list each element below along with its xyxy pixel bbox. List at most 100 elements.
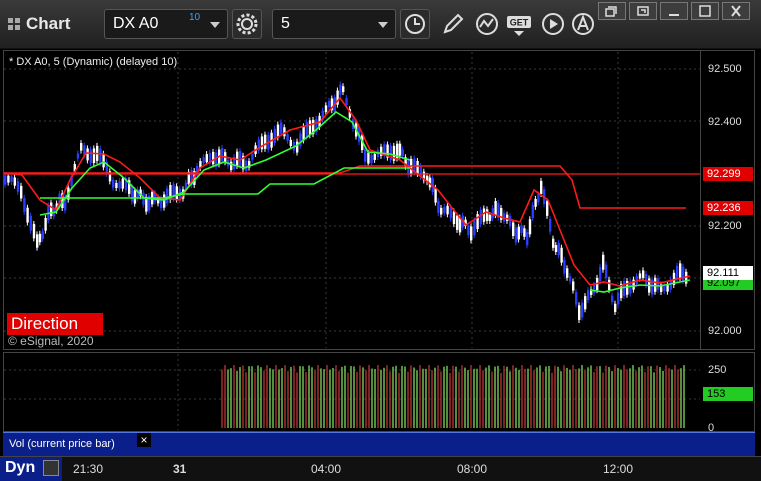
candle-body [299, 133, 302, 147]
get-data-button[interactable]: GET [506, 11, 536, 37]
candle-body [38, 233, 42, 243]
candle-body [549, 218, 552, 232]
symbol-dropdown-icon[interactable] [210, 22, 220, 28]
candle-body [29, 215, 32, 231]
candle-body [23, 197, 26, 212]
candle-body [130, 186, 134, 202]
price-tick: 92.200 [708, 220, 742, 232]
pencil-icon [443, 13, 464, 34]
close-icon [731, 5, 741, 17]
candle-body [367, 152, 370, 164]
alert-a-icon [572, 13, 594, 35]
restore-window-button[interactable] [598, 2, 626, 20]
candle-body [416, 160, 419, 174]
candle-body [16, 181, 20, 192]
candle-body [473, 220, 476, 236]
link-icon[interactable] [43, 460, 59, 476]
red-level-line [4, 165, 686, 209]
candle-body [118, 181, 121, 189]
candle-body [520, 225, 523, 234]
candle-body [175, 186, 178, 200]
candle-body [611, 295, 614, 302]
maximize-button[interactable] [691, 2, 719, 20]
candle-body [526, 232, 529, 246]
close-icon[interactable]: × [137, 433, 151, 447]
candle-body [398, 143, 402, 156]
candle-body [557, 242, 560, 256]
candle-body [512, 222, 515, 237]
candle-body [486, 209, 489, 221]
candle-body [36, 234, 39, 248]
minimize-button[interactable] [660, 2, 688, 20]
candle-body [289, 139, 292, 147]
candle-body [205, 154, 208, 163]
interval-dropdown-icon[interactable] [378, 22, 388, 28]
studies-button[interactable] [474, 11, 500, 37]
candle-body [563, 259, 566, 274]
candle-body [230, 161, 233, 171]
candle-body [245, 160, 248, 172]
candle-body [540, 180, 543, 194]
candle-body [608, 279, 611, 291]
candle-body [456, 215, 459, 230]
interval-input[interactable]: 5 [272, 9, 396, 39]
candle-body [86, 148, 89, 161]
candle-body [112, 179, 115, 188]
candle-body [328, 100, 331, 108]
candle-body [345, 98, 348, 106]
candle-body [296, 141, 299, 153]
pop-out-button[interactable] [629, 2, 657, 20]
candle-body [638, 273, 642, 279]
candle-body [467, 225, 470, 236]
close-button[interactable] [722, 2, 750, 20]
candle-body [4, 175, 7, 185]
alerts-button[interactable] [570, 11, 596, 37]
clock-icon [405, 14, 425, 34]
candle-body [546, 201, 549, 216]
dynamic-mode-label: Dyn [5, 459, 36, 476]
maximize-icon [699, 5, 711, 17]
candle-body [523, 228, 526, 237]
candle-body [41, 231, 44, 239]
volume-tick: 250 [708, 364, 727, 376]
candle-body [283, 127, 286, 137]
candle-body [89, 149, 92, 164]
draw-tool-button[interactable] [440, 11, 466, 37]
candle-body [264, 134, 267, 149]
play-replay-button[interactable] [540, 11, 566, 37]
time-axis[interactable] [0, 456, 761, 481]
symbol-delay-badge: 10 [189, 12, 201, 23]
candle-body [482, 208, 486, 222]
candle-body [121, 178, 124, 189]
candle-body [221, 148, 224, 162]
settings-gear-button[interactable] [232, 9, 262, 39]
candle-body [115, 182, 118, 189]
time-label: 31 [173, 462, 187, 476]
candle-body [212, 151, 215, 165]
candle-body [446, 205, 449, 215]
chart-grid-icon [8, 18, 20, 30]
candle-body [617, 292, 620, 305]
candle-body [92, 148, 96, 164]
dynamic-mode-toggle[interactable]: Dyn [0, 457, 62, 481]
candle-body [584, 296, 587, 310]
candle-body [7, 175, 10, 183]
candle-body [76, 153, 80, 159]
volume-legend-label: Vol (current price bar) [9, 438, 115, 450]
copyright-text: © eSignal, 2020 [8, 334, 94, 348]
window-title-text: Chart [26, 14, 71, 33]
price-chart-canvas [3, 52, 700, 348]
candle-body [470, 226, 473, 241]
candle-body [578, 305, 581, 320]
candle-body [339, 84, 342, 95]
time-template-button[interactable] [400, 9, 430, 39]
candle-body [593, 284, 596, 294]
price-tick: 92.400 [708, 116, 742, 128]
last-price-tag: 92.111 [703, 266, 753, 280]
study-wave-icon [476, 13, 498, 35]
price-tick: 92.500 [708, 63, 742, 75]
candle-body [449, 207, 452, 219]
candle-body [373, 154, 376, 160]
candle-body [99, 148, 102, 164]
symbol-input[interactable]: DX A0 10 [104, 9, 228, 39]
